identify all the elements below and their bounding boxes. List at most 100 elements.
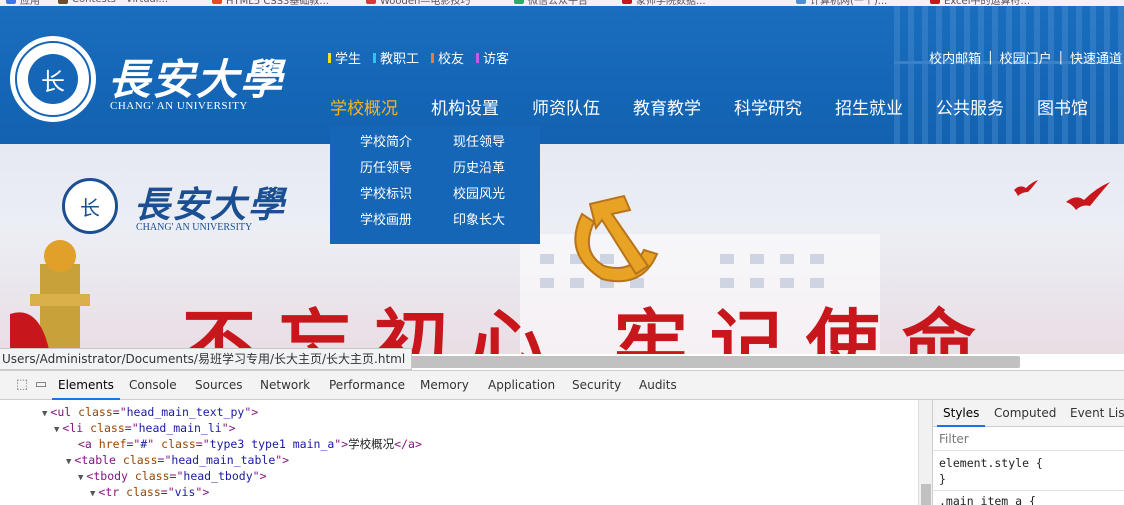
tab-console[interactable]: Console [123,371,183,400]
bookmark-favicon-icon [212,0,222,4]
bookmark-favicon-icon [366,0,376,4]
dropdown-item-former-leaders[interactable]: 历任领导 [360,158,453,179]
dropdown-item-campus-scenery[interactable]: 校园风光 [453,184,533,205]
dropdown-item-history[interactable]: 历史沿革 [453,158,533,179]
rule-divider [933,490,1124,491]
styles-pane: Styles Computed Event Listeners Filter e… [932,400,1124,505]
flying-cranes-icon [1014,180,1110,210]
bookmark-favicon-icon [796,0,806,4]
nav-item-faculty[interactable]: 师资队伍 [532,94,617,119]
dropdown-item-impressions[interactable]: 印象长大 [453,210,533,231]
attr-value: vis [174,485,196,499]
expand-triangle-icon[interactable]: ▼ [78,473,83,483]
tab-sources[interactable]: Sources [189,371,248,400]
browser-window: 应用Contests - Virtual...HTML5 CSS3基础教...W… [0,0,1124,505]
tab-event-listeners[interactable]: Event Listeners [1064,400,1124,427]
link-status-url: Users/Administrator/Documents/易班学习专用/长大主… [0,348,413,370]
university-emblem-icon[interactable]: 长 [10,36,96,122]
bookmark-favicon-icon [930,0,940,4]
element-style-rule[interactable]: element.style { [933,455,1124,471]
separator: | [1058,50,1063,65]
nav-item-public-services[interactable]: 公共服务 [936,94,1021,119]
attr-value: head_main_li [138,421,222,435]
tab-network[interactable]: Network [254,371,316,400]
bullet-mark-icon [476,52,480,63]
logo-chinese-name[interactable]: 長安大學 [108,46,284,107]
styles-filter-input[interactable]: Filter [933,427,1124,451]
dom-node-a[interactable]: <a href="#" class="type3 type1 main_a">学… [78,436,422,452]
bookmark-label: Contests - Virtual... [72,0,168,5]
overview-dropdown-menu: 学校简介 现任领导 历任领导 历史沿革 学校标识 校园风光 学校画册 印象长大 [330,126,540,244]
quick-access-link[interactable]: 快速通道 [1070,48,1122,67]
hero-banner[interactable]: 长 長安大學 CHANG' AN UNIVERSITY 不忘初心 牢记使命 [0,144,1124,354]
expand-triangle-icon[interactable]: ▼ [42,409,47,419]
nav-item-organization[interactable]: 机构设置 [431,94,516,119]
node-text: 学校概况 [348,437,395,451]
dom-node-li[interactable]: ▼ <li class="head_main_li"> [54,420,236,436]
dropdown-item-school-identity[interactable]: 学校标识 [360,184,453,205]
campus-email-link[interactable]: 校内邮箱 [929,48,981,67]
expand-triangle-icon[interactable]: ▼ [66,457,71,467]
dom-node-table[interactable]: ▼ <table class="head_main_table"> [66,452,289,468]
styles-tab-bar: Styles Computed Event Listeners [933,400,1124,427]
nav-item-library[interactable]: 图书馆 [1037,94,1105,119]
bookmark-favicon-icon [6,0,16,4]
main-item-a-rule[interactable]: .main_item a { [933,493,1124,505]
scrollbar-thumb[interactable] [921,484,931,505]
devtools-panel: ⬚ ▭ Elements Console Sources Network Per… [0,370,1124,505]
bookmark-favicon-icon [514,0,524,4]
tab-security[interactable]: Security [566,371,627,400]
tab-styles[interactable]: Styles [937,400,986,427]
nav-item-overview[interactable]: 学校概况 [330,94,415,119]
dropdown-item-introduction[interactable]: 学校简介 [360,132,453,153]
element-style-rule-close: } [939,472,946,486]
dom-node-tbody[interactable]: ▼ <tbody class="head_tbody"> [78,468,267,484]
audience-link-staff[interactable]: 教职工 [373,48,419,67]
expand-triangle-icon[interactable]: ▼ [54,425,59,435]
campus-portal-link[interactable]: 校园门户 [1000,48,1052,67]
elements-vertical-scrollbar[interactable] [918,400,932,505]
dom-node-ul[interactable]: ▼ <ul class="head_main_text_py"> [42,404,258,420]
audience-link-label: 教职工 [380,52,420,67]
audience-links: 学生 教职工 校友 访客 [328,48,509,67]
page-horizontal-scrollbar[interactable] [400,356,1020,368]
audience-link-visitors[interactable]: 访客 [476,48,509,67]
tab-audits[interactable]: Audits [633,371,683,400]
attr-value: head_tbody [183,469,253,483]
nav-item-research[interactable]: 科学研究 [734,94,819,119]
top-right-links: 校内邮箱 | 校园门户 | 快速通道 [929,48,1122,67]
attr-name: class [78,405,113,419]
attr-value: head_main_text_py [126,405,245,419]
attr-name: class [90,421,125,435]
bookmark-favicon-icon [622,0,632,4]
tab-application[interactable]: Application [482,371,561,400]
attr-name: href [98,437,127,451]
site-header: 长 長安大學 CHANG' AN UNIVERSITY 学生 教职工 校友 访客 [0,6,1124,144]
tab-memory[interactable]: Memory [414,371,475,400]
dom-node-tr[interactable]: ▼ <tr class="vis"> [90,484,209,500]
dropdown-item-current-leaders[interactable]: 现任领导 [453,132,533,153]
dropdown-item-school-album[interactable]: 学校画册 [360,210,453,231]
device-toolbar-icon[interactable]: ▭ [33,377,49,393]
attr-value: head_main_table [171,453,276,467]
audience-link-alumni[interactable]: 校友 [431,48,464,67]
attr-name: class [134,469,170,483]
bullet-mark-icon [373,52,377,63]
hammer-sickle-emblem-icon [574,194,659,283]
tab-computed[interactable]: Computed [988,400,1062,427]
elements-tree[interactable]: ▼ <ul class="head_main_text_py"> ▼ <li cla… [0,400,918,505]
ornamental-pillar-icon [10,240,90,354]
banner-logo-english-name: CHANG' AN UNIVERSITY [136,222,253,233]
nav-item-admissions[interactable]: 招生就业 [835,94,920,119]
header-building-decoration [894,6,1124,144]
tab-performance[interactable]: Performance [323,371,411,400]
nav-item-education[interactable]: 教育教学 [633,94,718,119]
emblem-core: 长 [28,54,78,104]
devtools-tab-bar: ⬚ ▭ Elements Console Sources Network Per… [0,371,1124,400]
tab-elements[interactable]: Elements [52,371,120,400]
bullet-mark-icon [328,52,331,63]
emblem-ring: 长 [15,41,91,117]
expand-triangle-icon[interactable]: ▼ [90,489,95,499]
audience-link-students[interactable]: 学生 [328,48,361,67]
audience-link-label: 访客 [483,52,510,67]
